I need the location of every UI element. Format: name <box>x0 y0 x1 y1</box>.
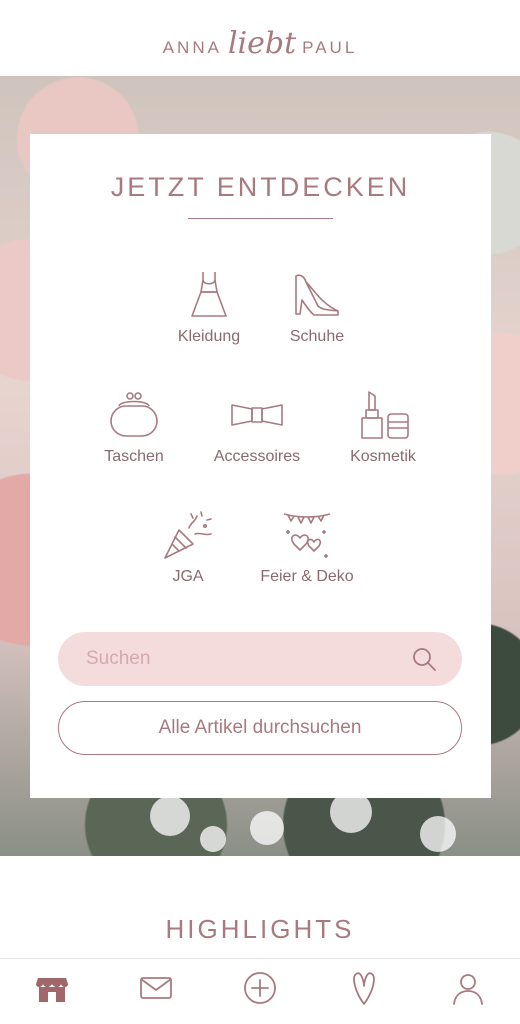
category-jga[interactable]: JGA <box>128 508 248 586</box>
dress-icon <box>191 272 227 317</box>
tab-favorites[interactable] <box>334 963 394 1013</box>
category-label: Kosmetik <box>350 448 416 465</box>
party-popper-icon <box>164 511 212 559</box>
user-icon <box>453 973 483 1005</box>
highlights-heading: HIGHLIGHTS <box>165 914 355 944</box>
category-label: JGA <box>172 568 204 585</box>
search-button[interactable] <box>410 645 438 673</box>
category-label: Feier & Deko <box>260 568 354 585</box>
card-title: JETZT ENTDECKEN <box>110 172 411 202</box>
bottom-tab-bar <box>0 958 520 1024</box>
tab-messages[interactable] <box>126 963 186 1013</box>
logo-word-left: ANNA <box>162 38 222 57</box>
search-icon <box>413 648 436 671</box>
lipstick-icon <box>361 391 409 439</box>
plus-circle-icon <box>244 971 276 1004</box>
heart-icon <box>353 971 375 1005</box>
category-taschen[interactable]: Taschen <box>74 388 194 466</box>
category-label: Kleidung <box>177 328 241 345</box>
category-label: Schuhe <box>289 328 345 345</box>
title-divider <box>188 218 333 219</box>
category-accessoires[interactable]: Accessoires <box>197 388 317 466</box>
category-feier-deko[interactable]: Feier & Deko <box>247 508 367 586</box>
category-schuhe[interactable]: Schuhe <box>257 268 377 346</box>
garland-hearts-icon <box>283 513 331 558</box>
category-label: Taschen <box>104 448 164 465</box>
tab-profile[interactable] <box>438 963 498 1013</box>
tab-shop[interactable] <box>22 963 82 1013</box>
brand-logo[interactable]: ANNA liebt PAUL <box>163 29 358 59</box>
browse-all-button[interactable]: Alle Artikel durchsuchen <box>58 701 462 755</box>
category-kosmetik[interactable]: Kosmetik <box>323 388 443 466</box>
category-label: Accessoires <box>213 448 301 465</box>
discover-card: JETZT ENTDECKEN Kleidung Schuhe Taschen <box>30 134 491 798</box>
tab-add[interactable] <box>230 963 290 1013</box>
flower-decoration <box>250 811 284 845</box>
logo-word-middle: liebt <box>227 26 297 61</box>
logo-word-right: PAUL <box>302 38 358 57</box>
bow-tie-icon <box>231 404 283 426</box>
app-header: ANNA liebt PAUL <box>0 0 520 76</box>
flower-decoration <box>200 826 226 852</box>
flower-decoration <box>420 816 456 852</box>
shop-icon <box>36 977 68 1002</box>
flower-decoration <box>150 796 190 836</box>
search-input[interactable] <box>86 648 410 670</box>
search-bar[interactable] <box>58 632 462 686</box>
category-kleidung[interactable]: Kleidung <box>149 268 269 346</box>
purse-icon <box>110 392 158 437</box>
high-heel-icon <box>295 274 339 316</box>
mail-icon <box>140 976 172 999</box>
